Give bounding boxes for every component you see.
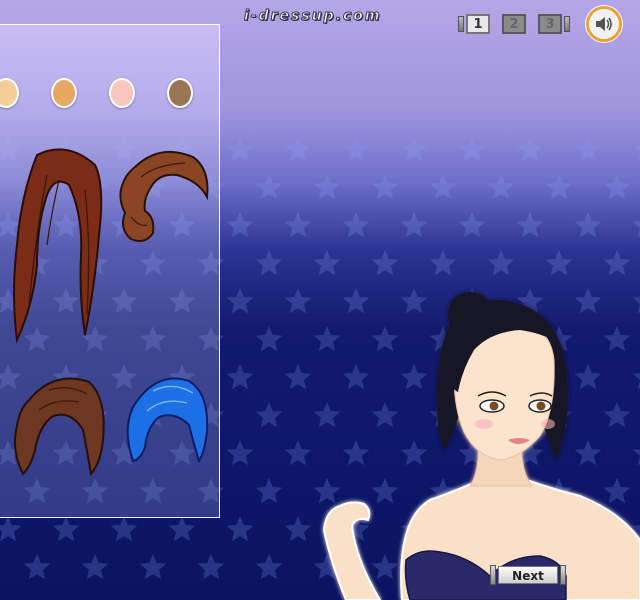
dressup-model: [322, 292, 640, 600]
next-button[interactable]: Next: [490, 564, 566, 586]
next-button-label: Next: [498, 566, 558, 584]
game-stage: i-dressup.com 1 2 3 Next: [0, 0, 640, 600]
next-button-right-cap: [560, 565, 566, 585]
next-button-left-cap: [490, 565, 496, 585]
